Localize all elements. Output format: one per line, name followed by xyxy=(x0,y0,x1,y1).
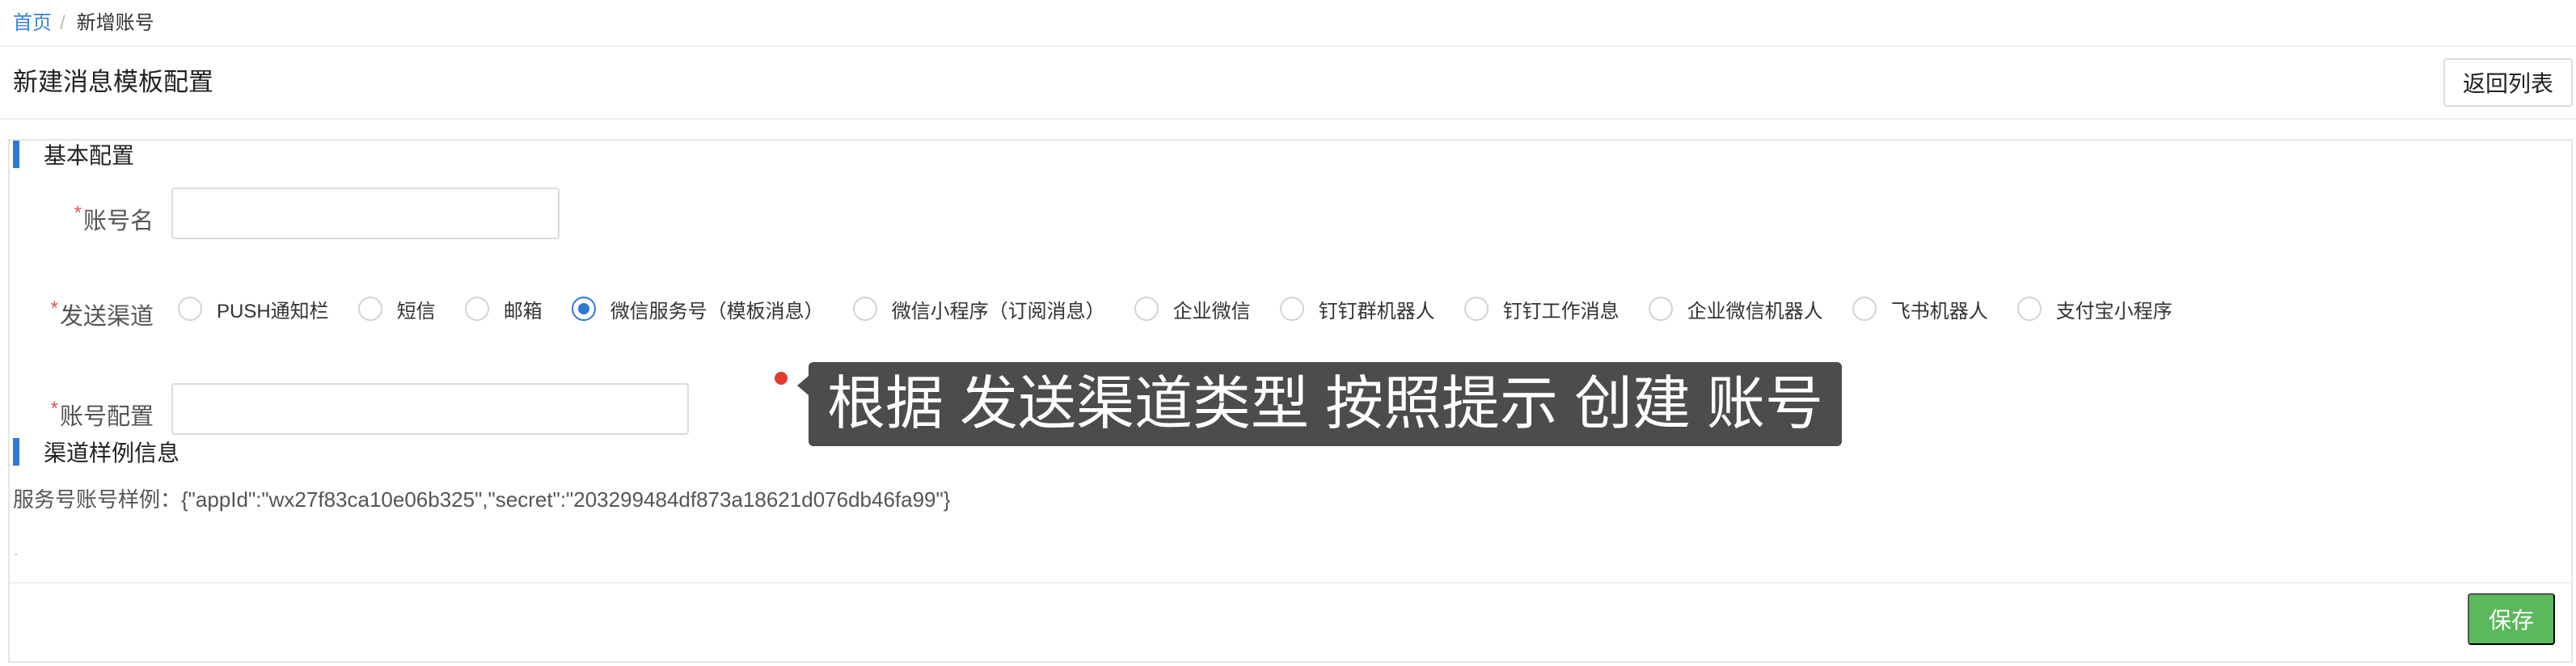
account-config-label: *账号配置 xyxy=(50,398,154,430)
radio-checked-icon[interactable] xyxy=(571,297,596,321)
small-dash-mark: - xyxy=(15,548,18,559)
channel-sample-section-header: 渠道样例信息 xyxy=(13,438,179,466)
required-mark: * xyxy=(74,202,82,224)
basic-config-section-header: 基本配置 xyxy=(13,141,134,168)
required-mark: * xyxy=(50,297,58,319)
breadcrumb-current: 新增账号 xyxy=(76,12,154,34)
save-button[interactable]: 保存 xyxy=(2468,593,2555,645)
channel-radio-label: 飞书机器人 xyxy=(1890,300,1988,322)
section-accent-bar xyxy=(13,141,19,168)
channel-radio-option[interactable]: 短信 xyxy=(357,295,436,323)
channel-radio-label: 邮箱 xyxy=(503,300,543,322)
channel-sample-title: 渠道样例信息 xyxy=(44,440,180,466)
channel-radio-option[interactable]: 微信服务号（模板消息） xyxy=(571,295,824,323)
channel-radio-option[interactable]: 微信小程序（订阅消息） xyxy=(852,295,1105,323)
channel-radio-label: 支付宝小程序 xyxy=(2055,300,2173,322)
breadcrumb: 首页 / 新增账号 xyxy=(13,10,154,37)
channel-radio-label: 短信 xyxy=(396,300,436,322)
radio-unchecked-icon[interactable] xyxy=(1463,297,1489,321)
page-title: 新建消息模板配置 xyxy=(13,68,213,96)
required-mark: * xyxy=(50,398,58,419)
channel-radio-label: 企业微信机器人 xyxy=(1687,300,1823,322)
channel-radio-option[interactable]: 钉钉群机器人 xyxy=(1279,295,1435,323)
section-accent-bar xyxy=(13,438,19,466)
channel-radio-label: PUSH通知栏 xyxy=(217,300,329,322)
send-channel-label: *发送渠道 xyxy=(50,297,154,330)
radio-unchecked-icon[interactable] xyxy=(357,297,382,321)
form-footer-divider xyxy=(10,582,2571,584)
radio-unchecked-icon[interactable] xyxy=(2016,297,2042,321)
channel-radio-label: 微信服务号（模板消息） xyxy=(610,300,824,322)
channel-radio-label: 钉钉工作消息 xyxy=(1502,300,1620,322)
radio-unchecked-icon[interactable] xyxy=(178,297,202,321)
channel-radio-option[interactable]: 邮箱 xyxy=(464,295,543,323)
radio-unchecked-icon[interactable] xyxy=(852,297,877,321)
instruction-tooltip: 根据 发送渠道类型 按照提示 创建 账号 xyxy=(797,362,1842,446)
radio-unchecked-icon[interactable] xyxy=(1852,297,1877,321)
channel-radio-option[interactable]: 支付宝小程序 xyxy=(2016,295,2173,323)
annotation-dot-icon xyxy=(775,372,788,385)
page-header: 新建消息模板配置 返回列表 xyxy=(0,45,2576,120)
back-to-list-button[interactable]: 返回列表 xyxy=(2443,58,2573,107)
channel-radio-option[interactable]: 飞书机器人 xyxy=(1852,295,1988,323)
basic-config-title: 基本配置 xyxy=(44,143,135,168)
radio-unchecked-icon[interactable] xyxy=(464,297,489,321)
channel-sample-text: 服务号账号样例：{"appId":"wx27f83ca10e06b325","s… xyxy=(13,487,951,512)
channel-radio-label: 微信小程序（订阅消息） xyxy=(891,300,1105,322)
radio-unchecked-icon[interactable] xyxy=(1134,297,1159,321)
channel-radio-option[interactable]: 企业微信 xyxy=(1134,295,1251,323)
channel-radio-label: 钉钉群机器人 xyxy=(1318,300,1435,322)
account-name-label: *账号名 xyxy=(74,202,154,234)
radio-unchecked-icon[interactable] xyxy=(1279,297,1304,321)
radio-unchecked-icon[interactable] xyxy=(1648,297,1673,321)
channel-radio-option[interactable]: 企业微信机器人 xyxy=(1648,295,1823,323)
account-name-input[interactable] xyxy=(171,188,560,239)
channel-radio-option[interactable]: 钉钉工作消息 xyxy=(1463,295,1620,323)
send-channel-radio-group: PUSH通知栏 短信 邮箱 微信服务号（模板消息） 微信小程序（订阅消息） 企业微信 钉钉群… xyxy=(178,293,2202,325)
channel-radio-label: 企业微信 xyxy=(1172,300,1251,322)
breadcrumb-separator: / xyxy=(60,12,65,34)
account-config-input[interactable] xyxy=(171,383,689,435)
breadcrumb-home-link[interactable]: 首页 xyxy=(13,14,52,33)
channel-radio-option[interactable]: PUSH通知栏 xyxy=(178,295,329,323)
